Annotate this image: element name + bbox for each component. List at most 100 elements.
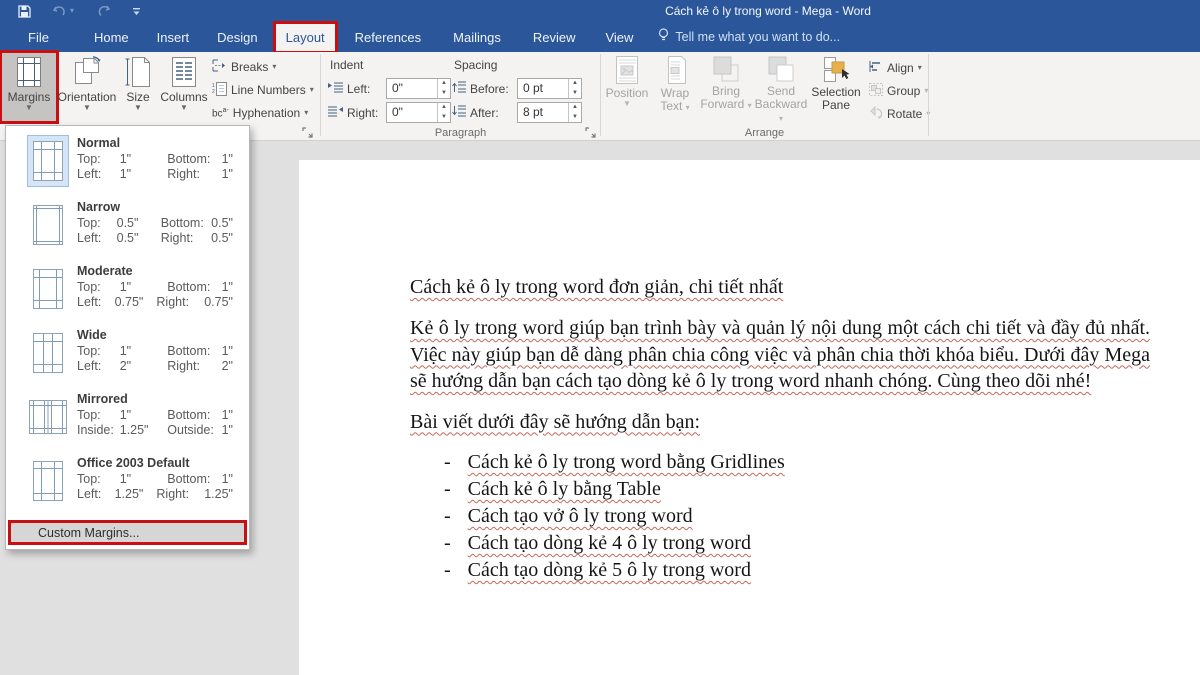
undo-dropdown-arrow[interactable]: ▾ <box>70 7 74 15</box>
position-dropdown-arrow: ▼ <box>623 100 631 108</box>
margin-preset-narrow[interactable]: Narrow Top:0.5"Bottom:0.5" Left:0.5"Righ… <box>6 193 249 257</box>
list-item: -Cách tạo dòng kẻ 5 ô ly trong word <box>444 557 1150 584</box>
list-item: -Cách kẻ ô ly trong word bằng Gridlines <box>444 449 1150 476</box>
window-title: Cách kẻ ô ly trong word - Mega - Word <box>665 0 871 22</box>
bring-forward-icon <box>713 56 739 82</box>
spacing-after-spinner[interactable]: ▲▼ <box>568 103 581 122</box>
hyphenation-dropdown-arrow: ▾ <box>304 109 308 117</box>
breaks-dropdown-arrow: ▾ <box>272 63 276 71</box>
margin-preset-moderate[interactable]: Moderate Top:1"Bottom:1" Left:0.75"Right… <box>6 257 249 321</box>
spin-down-icon[interactable]: ▼ <box>569 89 581 99</box>
send-backward-icon <box>768 56 794 82</box>
paragraph-dialog-launcher[interactable] <box>585 125 597 137</box>
margin-preset-office-2003[interactable]: Office 2003 Default Top:1"Bottom:1" Left… <box>6 449 249 513</box>
spin-up-icon[interactable]: ▲ <box>569 79 581 89</box>
arrange-group-label: Arrange <box>601 127 928 139</box>
margins-icon <box>14 56 44 88</box>
align-button[interactable]: Align ▾ <box>869 58 922 78</box>
margin-preset-normal[interactable]: Normal Top:1"Bottom:1" Left:1"Right:1" <box>6 129 249 193</box>
columns-dropdown-arrow: ▼ <box>180 104 188 112</box>
tab-view[interactable]: View <box>594 23 644 52</box>
position-button[interactable]: Position ▼ <box>604 52 650 122</box>
selection-pane-button[interactable]: Selection Pane <box>810 52 862 122</box>
spacing-before-input[interactable]: 0 pt ▲▼ <box>517 78 582 99</box>
margin-preset-wide[interactable]: Wide Top:1"Bottom:1" Left:2"Right:2" <box>6 321 249 385</box>
save-icon[interactable] <box>18 5 31 18</box>
rotate-button[interactable]: Rotate ▾ <box>869 104 930 124</box>
spacing-before-spinner[interactable]: ▲▼ <box>568 79 581 98</box>
document-page[interactable]: Cách kẻ ô ly trong word đơn giản, chi ti… <box>299 160 1200 675</box>
selection-pane-icon <box>822 56 850 83</box>
group-icon <box>869 83 883 99</box>
group-button[interactable]: Group ▾ <box>869 81 928 101</box>
paragraph-group-label: Paragraph <box>321 127 600 139</box>
rotate-icon <box>869 106 883 122</box>
line-numbers-dropdown-arrow: ▾ <box>310 86 314 94</box>
ribbon-tab-row: File Home Insert Design Layout Reference… <box>0 22 1200 52</box>
spacing-after-icon <box>452 105 466 120</box>
tab-layout[interactable]: Layout <box>275 23 336 52</box>
spacing-after-row: After: 8 pt ▲▼ <box>452 102 582 123</box>
tab-mailings[interactable]: Mailings <box>442 23 512 52</box>
tab-review[interactable]: Review <box>522 23 587 52</box>
customize-qat-icon[interactable] <box>132 7 141 16</box>
indent-header: Indent <box>330 58 363 72</box>
group-arrange: Position ▼ Wrap Text ▾ Bring Forward ▾ S… <box>601 52 928 140</box>
custom-margins-item[interactable]: Custom Margins... <box>8 520 247 545</box>
list-item: -Cách tạo vở ô ly trong word <box>444 503 1150 530</box>
lightbulb-icon <box>658 28 669 46</box>
bring-forward-button[interactable]: Bring Forward ▾ <box>700 52 752 122</box>
tab-design[interactable]: Design <box>206 23 268 52</box>
margin-wide-icon <box>27 327 69 379</box>
columns-icon <box>170 56 198 88</box>
tab-home[interactable]: Home <box>83 23 140 52</box>
wrap-text-button[interactable]: Wrap Text ▾ <box>652 52 698 122</box>
spacing-after-input[interactable]: 8 pt ▲▼ <box>517 102 582 123</box>
align-dropdown-arrow: ▾ <box>918 64 922 72</box>
doc-list-intro: Bài viết dưới đây sẽ hướng dẫn bạn: <box>410 409 1150 436</box>
tab-insert[interactable]: Insert <box>146 23 201 52</box>
indent-right-input[interactable]: 0" ▲▼ <box>386 102 451 123</box>
spin-down-icon[interactable]: ▼ <box>569 113 581 123</box>
doc-paragraph: Kẻ ô ly trong word giúp bạn trình bày và… <box>410 315 1150 395</box>
page-setup-dialog-launcher[interactable] <box>302 125 314 137</box>
spacing-before-icon <box>452 81 466 96</box>
margins-dropdown-menu: Normal Top:1"Bottom:1" Left:1"Right:1" N… <box>5 125 250 550</box>
spin-up-icon[interactable]: ▲ <box>438 79 450 89</box>
hyphenation-button[interactable]: bca- Hyphenation ▾ <box>212 103 308 123</box>
list-item: -Cách tạo dòng kẻ 4 ô ly trong word <box>444 530 1150 557</box>
indent-left-spinner[interactable]: ▲▼ <box>437 79 450 98</box>
bullet-dash: - <box>444 449 451 476</box>
line-numbers-icon: 12 <box>212 82 227 99</box>
doc-bullet-list: -Cách kẻ ô ly trong word bằng Gridlines … <box>444 449 1150 584</box>
spin-down-icon[interactable]: ▼ <box>438 113 450 123</box>
tab-file[interactable]: File <box>12 23 65 52</box>
undo-icon[interactable]: ▾ <box>53 5 74 17</box>
indent-right-spinner[interactable]: ▲▼ <box>437 103 450 122</box>
spin-down-icon[interactable]: ▼ <box>438 89 450 99</box>
margin-normal-icon <box>27 135 69 187</box>
tab-references[interactable]: References <box>344 23 432 52</box>
tell-me-box[interactable]: Tell me what you want to do... <box>658 22 840 52</box>
send-backward-button[interactable]: Send Backward ▾ <box>754 52 808 122</box>
breaks-button[interactable]: Breaks ▾ <box>212 57 276 77</box>
redo-icon[interactable] <box>96 5 110 18</box>
indent-left-input[interactable]: 0" ▲▼ <box>386 78 451 99</box>
margin-preset-mirrored[interactable]: Mirrored Top:1"Bottom:1" Inside:1.25"Out… <box>6 385 249 449</box>
size-button[interactable]: Size ▼ <box>116 52 160 122</box>
size-dropdown-arrow: ▼ <box>134 104 142 112</box>
line-numbers-button[interactable]: 12 Line Numbers ▾ <box>212 80 314 100</box>
columns-button[interactable]: Columns ▼ <box>160 52 208 122</box>
orientation-button[interactable]: Orientation ▼ <box>60 52 114 122</box>
size-icon <box>124 56 152 88</box>
spacing-before-row: Before: 0 pt ▲▼ <box>452 78 582 99</box>
spin-up-icon[interactable]: ▲ <box>569 103 581 113</box>
indent-left-row: Left: 0" ▲▼ <box>328 78 451 99</box>
spin-up-icon[interactable]: ▲ <box>438 103 450 113</box>
margins-button[interactable]: Margins ▼ <box>1 52 57 122</box>
svg-text:2: 2 <box>212 89 215 95</box>
quick-access-toolbar: ▾ <box>18 0 141 22</box>
bullet-dash: - <box>444 530 451 557</box>
bring-forward-dropdown-arrow: ▾ <box>748 101 752 110</box>
orientation-dropdown-arrow: ▼ <box>83 104 91 112</box>
